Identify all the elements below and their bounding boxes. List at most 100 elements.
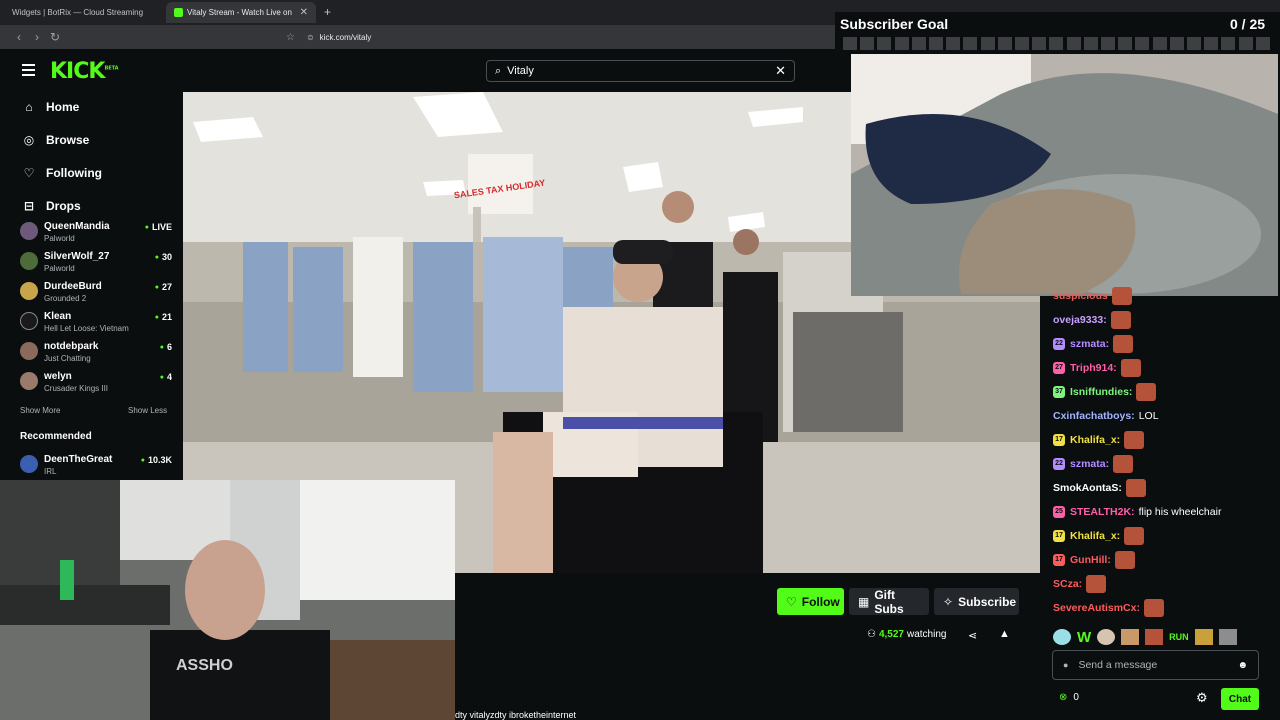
chat-message-input[interactable]: ● Send a message ☻: [1052, 650, 1259, 680]
channel-category: IRL: [44, 467, 57, 476]
emote-icon[interactable]: [1145, 629, 1164, 645]
emote-icon[interactable]: [1218, 629, 1237, 645]
chat-send-button[interactable]: Chat: [1221, 688, 1259, 710]
goal-segment: [1135, 37, 1150, 50]
nav-following[interactable]: ♡ Following: [22, 162, 102, 184]
secondary-camera: [851, 54, 1278, 296]
channel-category: Palworld: [44, 234, 75, 243]
goal-segment: [911, 37, 926, 50]
channel-points[interactable]: ⊗ 0: [1059, 692, 1079, 703]
gear-icon[interactable]: ⚙: [1196, 690, 1208, 706]
emote-w[interactable]: W: [1077, 629, 1091, 646]
chat-username[interactable]: suspicious: [1053, 290, 1108, 302]
chat-username[interactable]: SmokAontaS:: [1053, 482, 1122, 494]
bookmark-star-icon[interactable]: ☆: [286, 32, 295, 43]
social-links[interactable]: dty vitalyzdty ibroketheinternet: [455, 710, 576, 720]
chat-username[interactable]: STEALTH2K:: [1070, 506, 1135, 518]
emote-run[interactable]: RUN: [1169, 632, 1189, 642]
show-less-button[interactable]: Show Less: [128, 406, 167, 415]
share-icon[interactable]: ⋖: [968, 629, 977, 642]
reload-icon[interactable]: ↻: [46, 30, 64, 44]
home-icon: ⌂: [25, 100, 33, 114]
goal-segment: [1101, 37, 1115, 50]
chat-message: Cxinfachatboys: LOL: [1053, 406, 1159, 426]
kick-favicon-icon: [174, 8, 183, 17]
channel-category: Hell Let Loose: Vietnam: [44, 324, 129, 333]
subscriber-badge-icon: 17: [1053, 554, 1065, 566]
nav-drops[interactable]: ⊟ Drops: [22, 195, 81, 217]
subscriber-badge-icon: 17: [1053, 530, 1065, 542]
followed-channel[interactable]: Klean Hell Let Loose: Vietnam 21: [20, 308, 172, 336]
avatar: [20, 342, 38, 360]
chat-username[interactable]: szmata:: [1070, 458, 1109, 470]
chat-username[interactable]: Khalifa_x:: [1070, 434, 1120, 446]
clear-search-icon[interactable]: ✕: [775, 63, 786, 79]
chat-username[interactable]: Triph914:: [1070, 362, 1117, 374]
chat-username[interactable]: Cxinfachatboys:: [1053, 410, 1135, 422]
streamer-webcam: ASSHO: [0, 480, 455, 720]
goal-segment: [843, 37, 857, 50]
search-input[interactable]: ⌕ Vitaly ✕: [486, 60, 795, 82]
forward-icon[interactable]: ›: [28, 30, 46, 44]
nav-browse[interactable]: ◎ Browse: [22, 129, 90, 151]
channel-name: DurdeeBurd: [44, 281, 102, 292]
chat-username[interactable]: GunHill:: [1070, 554, 1111, 566]
followed-channel[interactable]: welyn Crusader Kings III 4: [20, 368, 172, 396]
url-field[interactable]: kick.com/vitaly: [320, 33, 372, 42]
back-icon[interactable]: ‹: [10, 30, 28, 44]
goal-segment: [1032, 37, 1047, 50]
follow-button[interactable]: ♡ Follow: [777, 588, 844, 615]
tab-title: Widgets | BotRix — Cloud Streaming: [12, 8, 144, 17]
emote-icon[interactable]: [1097, 629, 1116, 645]
heart-icon: ♡: [23, 166, 35, 180]
new-tab-icon[interactable]: +: [324, 5, 331, 19]
followed-channel[interactable]: SilverWolf_27 Palworld 30: [20, 248, 172, 276]
menu-icon[interactable]: [22, 64, 35, 79]
nav-home[interactable]: ⌂ Home: [22, 96, 79, 118]
goal-segment: [1049, 37, 1064, 50]
shirt-text: ASSHO: [176, 657, 233, 674]
chat-username[interactable]: oveja9333:: [1053, 314, 1107, 326]
search-icon: ⌕: [495, 64, 502, 77]
subscriber-badge-icon: 27: [1053, 362, 1065, 374]
emoji-icon[interactable]: ☻: [1237, 660, 1248, 671]
emote-icon[interactable]: [1053, 629, 1071, 645]
chat-username[interactable]: Khalifa_x:: [1070, 530, 1120, 542]
chat-username[interactable]: szmata:: [1070, 338, 1109, 350]
viewer-count: 27: [155, 282, 172, 292]
subscribe-button[interactable]: ✧ Subscribe: [934, 588, 1019, 615]
emote-icon[interactable]: [1194, 629, 1213, 645]
followed-channel[interactable]: notdebpark Just Chatting 6: [20, 338, 172, 366]
chat-message: suspicious: [1053, 286, 1132, 306]
gift-subs-button[interactable]: ▦ Gift Subs: [849, 588, 929, 616]
channel-category: Just Chatting: [44, 354, 91, 363]
kick-logo[interactable]: KICKBETA: [50, 59, 119, 84]
followed-channel[interactable]: DurdeeBurd Grounded 2 27: [20, 278, 172, 306]
chat-emote-icon: [1114, 551, 1135, 569]
followed-channel[interactable]: QueenMandia Palworld LIVE: [20, 218, 172, 246]
report-icon[interactable]: ▲: [999, 628, 1010, 640]
site-info-icon[interactable]: ⊜: [307, 33, 314, 42]
star-icon: ✧: [943, 594, 954, 609]
chat-emote-icon: [1143, 599, 1164, 617]
chat-username[interactable]: Isniffundies:: [1070, 386, 1132, 398]
chat-username[interactable]: SCza:: [1053, 578, 1082, 590]
show-more-button[interactable]: Show More: [20, 406, 60, 415]
chat-emote-icon: [1125, 479, 1146, 497]
chat-message: 27 Triph914:: [1053, 358, 1141, 378]
tab-close-icon[interactable]: ✕: [300, 7, 308, 18]
viewer-count: LIVE: [145, 222, 172, 232]
chat-username[interactable]: SevereAutismCx:: [1053, 602, 1140, 614]
recommended-heading: Recommended: [20, 431, 92, 442]
goal-segment: [963, 37, 978, 50]
browser-tab-kick[interactable]: Vitaly Stream - Watch Live on ✕: [166, 2, 316, 23]
channel-name: Klean: [44, 311, 72, 322]
avatar: [20, 252, 38, 270]
browser-tab-botrix[interactable]: Widgets | BotRix — Cloud Streaming: [4, 2, 164, 23]
chat-message: 25 STEALTH2K: flip his wheelchair: [1053, 502, 1221, 522]
goal-segment: [1066, 37, 1081, 50]
goal-segment: [1015, 37, 1029, 50]
channel-category: Grounded 2: [44, 294, 87, 303]
emote-icon[interactable]: [1121, 629, 1140, 645]
recommended-channel[interactable]: DeenTheGreat IRL 10.3K: [20, 451, 172, 479]
